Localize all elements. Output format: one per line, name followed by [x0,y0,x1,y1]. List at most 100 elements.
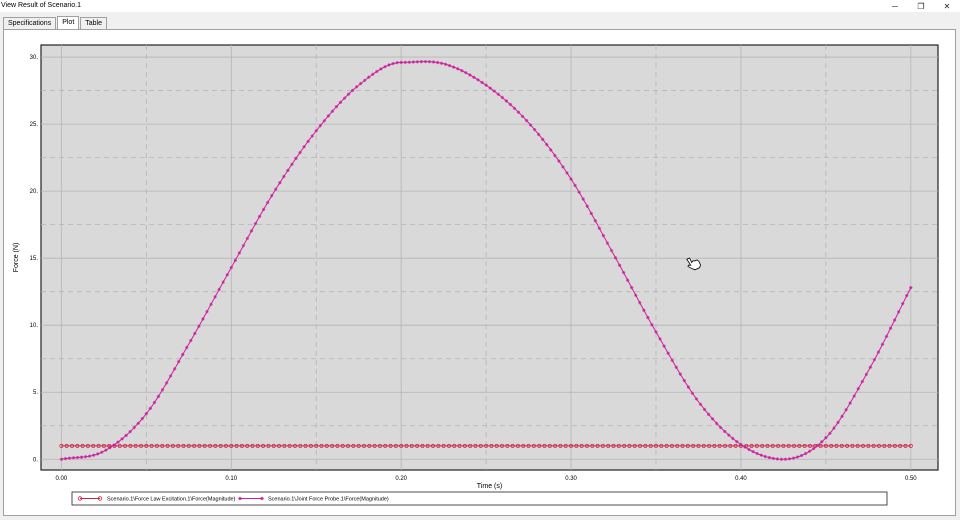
tab-specifications[interactable]: Specifications [3,17,57,29]
series-point-joint-force [516,110,521,114]
series-point-joint-force [646,315,650,320]
series-point-joint-force [807,449,812,453]
y-tick-label: 25. [30,122,39,128]
series-point-joint-force [59,457,64,461]
series-point-joint-force [443,62,448,67]
tab-strip: Specifications Plot Table [3,16,108,29]
legend-label-joint-force: Scenario.1\Joint Force Probe.1\Force(Mag… [268,497,389,503]
series-point-joint-force [706,412,711,416]
series-point-joint-force [714,421,719,426]
series-point-joint-force [739,442,743,447]
series-point-joint-force [694,397,699,401]
series-point-joint-force [812,446,816,451]
series-point-joint-force [609,248,614,253]
close-button[interactable]: ✕ [934,0,960,12]
series-point-joint-force [630,286,634,290]
series-point-joint-force [892,318,897,322]
series-point-joint-force [136,421,140,425]
plot-panel: 0.00 0.10 0.20 0.30 0.40 0.50 0. 5. 10. 15. 20. 25.… [3,29,956,516]
series-point-joint-force [322,119,327,123]
series-point-joint-force [621,270,626,275]
series-point-joint-force [844,408,848,412]
series-point-joint-force [698,402,703,406]
legend-marker-joint-force [260,496,264,501]
x-tick-label: 0.10 [225,476,237,482]
series-point-joint-force [670,358,674,362]
x-axis-label: Time (s) [477,483,502,490]
series-point-joint-force [229,265,233,270]
series-point-joint-force [763,454,767,459]
series-point-joint-force [674,365,678,369]
series-point-joint-force [795,455,800,459]
series-point-joint-force [880,342,885,346]
series-point-joint-force [909,285,913,290]
series-point-joint-force [112,443,116,447]
series-point-joint-force [456,67,460,71]
series-point-joint-force [682,378,687,383]
series-point-joint-force [504,99,509,103]
series-point-joint-force [253,221,258,226]
series-point-joint-force [120,437,124,441]
series-point-joint-force [104,448,108,452]
series-point-joint-force [488,86,492,90]
series-point-joint-force [124,433,128,438]
series-point-joint-force [96,452,100,456]
series-point-joint-force [71,456,76,460]
series-point-joint-force [334,104,339,109]
series-point-joint-force [500,95,504,100]
series-point-joint-force [144,411,149,416]
series-point-joint-force [755,451,759,456]
window-titlebar: View Result of Scenario.1 ─ ❐ ✕ [0,0,960,12]
series-point-joint-force [387,63,391,67]
y-tick-label: 0. [33,457,38,463]
series-point-joint-force [799,453,804,458]
series-point-joint-force [468,73,472,77]
restore-button[interactable]: ❐ [908,0,934,12]
series-point-joint-force [666,351,670,355]
series-point-joint-force [803,451,808,456]
series-point-joint-force [573,183,577,188]
series-point-joint-force [512,106,517,110]
series-point-joint-force [88,454,92,458]
series-point-joint-force [905,293,909,298]
series-point-joint-force [472,75,476,80]
series-point-joint-force [710,417,715,421]
tab-table[interactable]: Table [80,17,107,29]
series-point-joint-force [330,109,335,113]
x-tick-label: 0.00 [56,476,68,482]
series-point-joint-force [508,102,513,107]
tab-plot[interactable]: Plot [57,16,80,29]
series-point-joint-force [868,365,873,369]
series-point-joint-force [524,118,529,123]
series-point-joint-force [367,75,371,79]
series-point-joint-force [132,425,136,430]
series-point-joint-force [549,148,553,152]
series-point-joint-force [650,323,654,327]
x-tick-label: 0.40 [735,476,747,482]
plot-area [40,44,939,471]
y-tick-label: 10. [30,323,39,329]
series-point-joint-force [613,256,618,260]
series-point-joint-force [209,302,213,306]
series-point-joint-force [460,69,464,73]
series-point-joint-force [278,181,282,185]
series-point-joint-force [783,457,788,461]
y-tick-label: 30. [30,55,39,61]
series-point-joint-force [108,445,112,450]
x-tick-label: 0.50 [905,476,917,482]
series-point-joint-force [658,337,662,341]
series-point-joint-force [520,114,525,118]
y-tick-label: 15. [30,256,39,262]
series-point-joint-force [848,401,852,405]
series-point-joint-force [205,309,209,314]
window-controls: ─ ❐ ✕ [882,0,960,12]
series-point-joint-force [286,168,290,173]
series-point-joint-force [747,447,751,452]
series-point-joint-force [480,80,484,85]
series-point-joint-force [678,372,682,376]
minimize-button[interactable]: ─ [882,0,908,12]
series-point-joint-force [816,443,820,448]
series-point-joint-force [172,367,177,371]
series-point-joint-force [350,88,355,93]
series-point-joint-force [565,171,569,175]
